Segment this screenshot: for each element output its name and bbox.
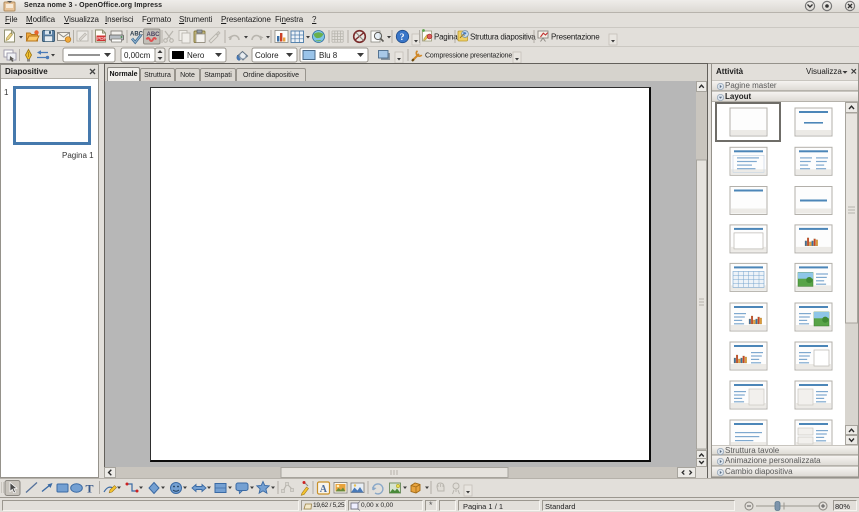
- svg-text:Colore: Colore: [255, 51, 279, 60]
- svg-text:?: ?: [400, 33, 405, 43]
- svg-text:Struttura diapositiva: Struttura diapositiva: [470, 33, 536, 42]
- svg-text:Compressione presentazione: Compressione presentazione: [425, 53, 512, 60]
- svg-text:T: T: [86, 482, 94, 496]
- svg-text:0,00cm: 0,00cm: [124, 51, 151, 60]
- svg-text:PDF: PDF: [97, 36, 106, 41]
- svg-text:A: A: [320, 484, 328, 495]
- svg-text:Blu 8: Blu 8: [319, 51, 338, 60]
- svg-text:ABC: ABC: [130, 32, 144, 38]
- svg-text:Nero: Nero: [187, 51, 205, 60]
- svg-text:Presentazione: Presentazione: [551, 33, 600, 42]
